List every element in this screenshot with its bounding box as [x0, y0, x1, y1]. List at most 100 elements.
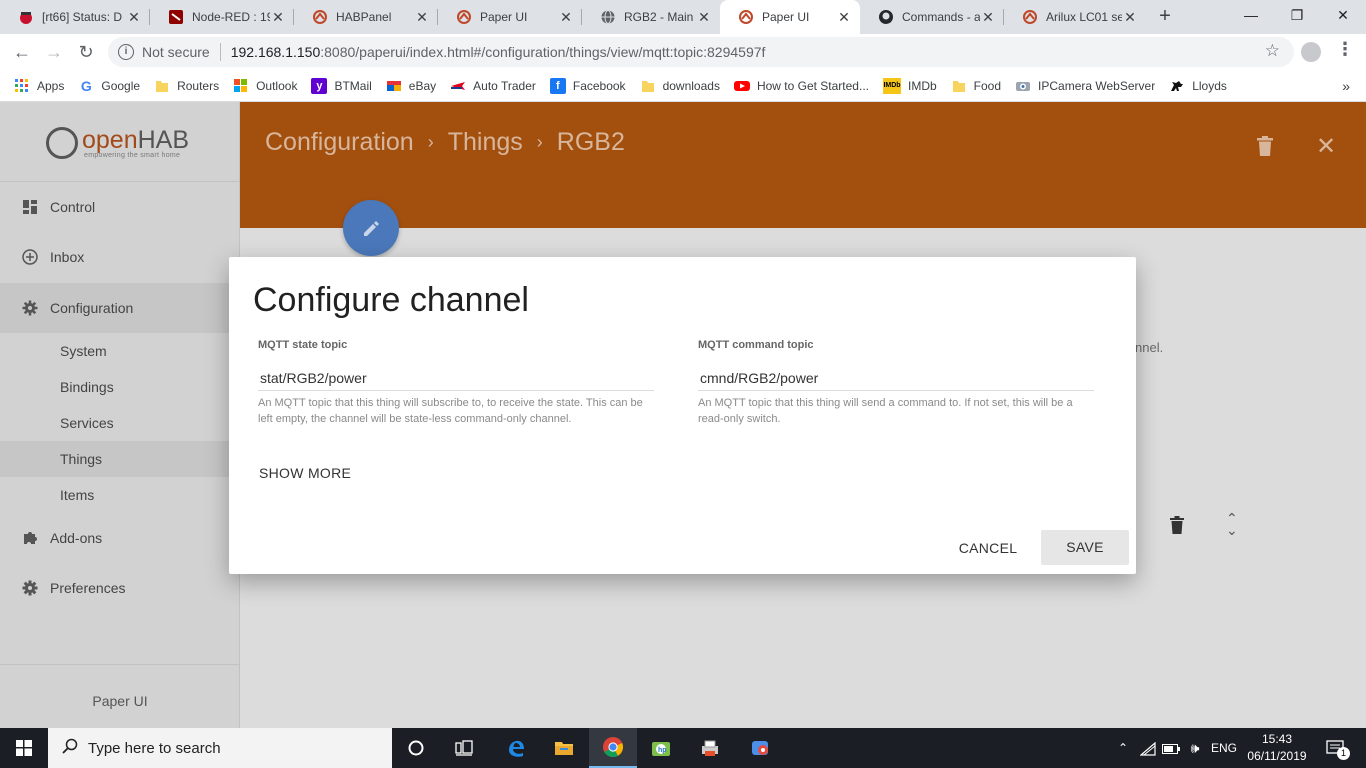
openhab-logo[interactable]: openHAB empowering the smart home — [0, 102, 240, 182]
sidebar-item-configuration[interactable]: Configuration — [0, 283, 240, 333]
chevron-right-icon: › — [536, 132, 543, 152]
bookmark-auto-trader[interactable]: Auto Trader — [450, 78, 536, 94]
task-view-icon[interactable] — [440, 728, 488, 768]
notifications-icon[interactable]: 1 — [1318, 728, 1354, 768]
show-more-button[interactable]: SHOW MORE — [259, 465, 351, 481]
address-bar[interactable]: i Not secure 192.168.1.150:8080/paperui/… — [108, 37, 1294, 67]
new-tab-plus-icon[interactable]: + — [1152, 4, 1178, 30]
bookmark-imdb[interactable]: IMDb IMDb — [883, 77, 937, 94]
bookmark-facebook[interactable]: f Facebook — [549, 77, 626, 94]
sidebar-footer: Paper UI — [0, 664, 240, 728]
battery-icon[interactable] — [1160, 728, 1182, 768]
configure-channel-dialog: Configure channel MQTT state topic An MQ… — [229, 257, 1136, 574]
yahoo-icon: y — [311, 77, 328, 94]
browser-tab-paper-ui-active[interactable]: Paper UI ✕ — [720, 0, 860, 34]
printer-app-icon[interactable] — [686, 728, 734, 768]
taskbar-search-box[interactable]: Type here to search — [48, 728, 392, 768]
browser-tab-rt66[interactable]: [rt66] Status: D ✕ — [0, 0, 150, 34]
info-icon[interactable]: i — [118, 44, 134, 60]
browser-menu-icon[interactable]: ⋮ — [1336, 39, 1354, 60]
sidebar-subitem-system[interactable]: System — [0, 333, 240, 369]
bookmark-ebay[interactable]: eBay — [386, 78, 436, 94]
state-topic-field: MQTT state topic An MQTT topic that this… — [258, 339, 654, 427]
bookmark-google[interactable]: G Google — [78, 78, 140, 94]
channel-trash-icon[interactable] — [1170, 516, 1184, 534]
tab-close-icon[interactable]: ✕ — [558, 9, 574, 26]
tray-overflow-chevron-icon[interactable]: ⌃ — [1114, 728, 1132, 768]
reload-icon[interactable]: ↻ — [72, 38, 100, 66]
hp-app-icon[interactable]: hp — [637, 728, 685, 768]
cortana-circle-icon[interactable] — [392, 728, 440, 768]
bookmark-downloads[interactable]: downloads — [640, 78, 720, 94]
forward-arrow-icon[interactable]: → — [40, 38, 68, 66]
sidebar-item-inbox[interactable]: Inbox — [0, 232, 240, 282]
tab-close-icon[interactable]: ✕ — [126, 9, 142, 26]
bookmark-btmail[interactable]: y BTMail — [311, 77, 372, 94]
restore-icon[interactable]: ❐ — [1274, 0, 1320, 30]
window-close-icon[interactable]: ✕ — [1320, 0, 1366, 30]
bookmark-ipcamera[interactable]: IPCamera WebServer — [1015, 78, 1155, 94]
sidebar-subitem-things[interactable]: Things — [0, 441, 240, 477]
browser-tab-commands[interactable]: Commands - a ✕ — [860, 0, 1004, 34]
expand-collapse-icon[interactable]: ⌃ ⌄ — [1226, 511, 1238, 537]
sidebar-item-preferences[interactable]: Preferences — [0, 563, 240, 613]
browser-tab-paper-ui[interactable]: Paper UI ✕ — [438, 0, 582, 34]
bookmark-food[interactable]: Food — [951, 78, 1001, 94]
system-clock[interactable]: 15:43 06/11/2019 — [1242, 731, 1312, 765]
wifi-icon[interactable] — [1138, 728, 1158, 768]
browser-tab-node-red[interactable]: Node-RED : 19 ✕ — [150, 0, 294, 34]
browser-tab-rgb2[interactable]: RGB2 - Main M ✕ — [582, 0, 720, 34]
bookmark-apps[interactable]: Apps — [14, 78, 64, 94]
bookmark-lloyds[interactable]: Lloyds — [1169, 78, 1227, 94]
bookmark-label: Lloyds — [1192, 78, 1227, 93]
tab-label: [rt66] Status: D — [42, 10, 123, 24]
bookmark-how-to-get-started[interactable]: How to Get Started... — [733, 78, 869, 94]
profile-avatar-icon[interactable] — [1301, 42, 1321, 62]
openhab-favicon — [738, 9, 754, 25]
command-topic-input[interactable] — [698, 365, 1094, 391]
bookmarks-overflow-icon[interactable]: » — [1342, 78, 1350, 94]
command-topic-field: MQTT command topic An MQTT topic that th… — [698, 339, 1094, 427]
breadcrumb-things[interactable]: Things — [448, 128, 523, 157]
edit-fab-pencil-icon[interactable] — [343, 200, 399, 256]
minimize-icon[interactable]: — — [1228, 0, 1274, 30]
bookmark-outlook[interactable]: Outlook — [233, 78, 297, 94]
volume-icon[interactable]: 🕪 — [1184, 728, 1206, 768]
breadcrumb: Configuration › Things › RGB2 — [265, 128, 625, 157]
chrome-icon[interactable] — [589, 728, 637, 768]
sidebar-subitem-bindings[interactable]: Bindings — [0, 369, 240, 405]
browser-tab-habpanel[interactable]: HABPanel ✕ — [294, 0, 438, 34]
file-explorer-icon[interactable] — [540, 728, 588, 768]
rt66-favicon — [18, 9, 34, 25]
bookmark-label: Google — [101, 78, 141, 93]
openhab-favicon — [312, 9, 328, 25]
windows-start-icon[interactable] — [0, 728, 48, 768]
bookmark-label: BTMail — [334, 78, 372, 93]
sidebar-subitem-services[interactable]: Services — [0, 405, 240, 441]
breadcrumb-configuration[interactable]: Configuration — [265, 128, 414, 157]
save-button[interactable]: SAVE — [1041, 530, 1129, 565]
cancel-button[interactable]: CANCEL — [949, 531, 1027, 565]
tab-close-icon[interactable]: ✕ — [270, 9, 286, 26]
close-icon[interactable]: ✕ — [1316, 132, 1336, 161]
sidebar-subitem-items[interactable]: Items — [0, 477, 240, 513]
settings-app-icon[interactable] — [736, 728, 784, 768]
tab-close-icon[interactable]: ✕ — [980, 9, 996, 26]
tab-close-icon[interactable]: ✕ — [414, 9, 430, 26]
sidebar-item-addons[interactable]: Add-ons — [0, 513, 240, 563]
back-arrow-icon[interactable]: ← — [8, 38, 36, 66]
delete-thing-trash-icon[interactable] — [1256, 136, 1274, 156]
tab-close-icon[interactable]: ✕ — [1122, 9, 1138, 26]
sidebar-item-control[interactable]: Control — [0, 182, 240, 232]
language-indicator[interactable]: ENG — [1208, 728, 1240, 768]
openhab-favicon — [1022, 9, 1038, 25]
browser-tab-arilux[interactable]: Arilux LC01 set ✕ — [1004, 0, 1146, 34]
state-topic-input[interactable] — [258, 365, 654, 391]
horse-icon — [1169, 78, 1185, 94]
bookmark-routers[interactable]: Routers — [154, 78, 219, 94]
tab-close-icon[interactable]: ✕ — [696, 9, 712, 26]
tab-close-icon[interactable]: ✕ — [836, 9, 852, 26]
edge-browser-icon[interactable] — [492, 728, 540, 768]
bookmark-star-icon[interactable]: ☆ — [1265, 41, 1280, 61]
tab-label: Commands - a — [902, 10, 980, 24]
